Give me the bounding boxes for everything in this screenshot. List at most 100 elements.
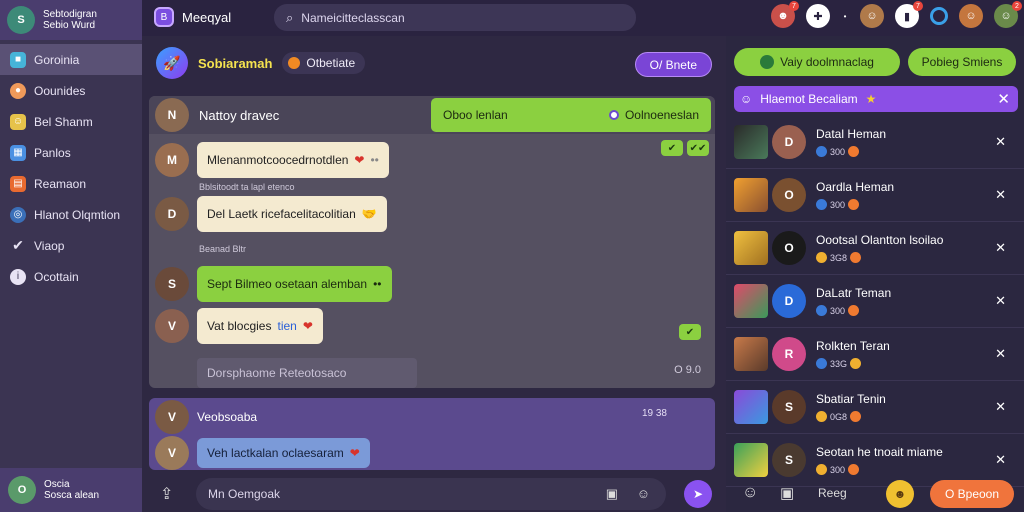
reaction-icon: •• <box>373 277 382 291</box>
message-panel: N Nattoy dravec Oboo lenlan Oolnoeneslan… <box>149 96 715 388</box>
bookmark-icon[interactable]: ▮ 7 <box>895 1 923 28</box>
sidebar-item-label: Panlos <box>34 145 71 160</box>
remove-icon[interactable]: ✕ <box>995 293 1006 309</box>
current-user[interactable]: O Oscia Sosca alean <box>0 468 142 512</box>
remove-icon[interactable]: ✕ <box>995 452 1006 468</box>
message-row: V Vat blocgies tien ❤ <box>155 308 323 344</box>
room-name: Sobiaramah <box>198 55 273 71</box>
sidebar-item-ocottain[interactable]: i Ocottain <box>0 261 142 292</box>
pinned-banner[interactable]: Oboo lenlan Oolnoeneslan <box>431 98 711 132</box>
badge-icon <box>816 252 827 263</box>
draft-message[interactable]: Dorsphaome Reteotosaco <box>197 358 417 388</box>
contact-name: Sbatiar Tenin <box>816 392 886 406</box>
app-brand[interactable]: B Meeqyal <box>154 7 231 27</box>
avatar: O <box>772 231 806 265</box>
contact-name: Seotan he tnoait miame <box>816 445 943 459</box>
status-ring-icon[interactable] <box>930 7 948 25</box>
header-action-button[interactable]: O/ Bnete <box>634 52 712 77</box>
gamepad-icon[interactable]: ✚ <box>806 4 830 28</box>
contact-meta: 300 <box>830 146 846 157</box>
sidebar-item-panlos[interactable]: ▦ Panlos <box>0 137 142 168</box>
message-bubble[interactable]: Vat blocgies tien ❤ <box>197 308 323 344</box>
message-row: S Sept Bilmeo osetaan alemban •• <box>155 266 392 302</box>
remove-icon[interactable]: ✕ <box>995 187 1006 203</box>
list-item[interactable]: D Datal Heman 300 ✕ <box>726 116 1024 169</box>
list-item[interactable]: R Rolkten Teran 33G ✕ <box>726 328 1024 381</box>
section-tab-label: Hlaemot Becaliam <box>760 92 858 106</box>
sidebar-nav: ■ Goroinia ● Oounides ☺ Bel Shanm ▦ Panl… <box>0 44 142 292</box>
search-input[interactable]: ⌕ Nameicitteclasscan <box>274 4 636 31</box>
reaction-icon <box>848 146 860 157</box>
avatar: S <box>155 267 189 301</box>
sidebar-item-hlanot-olqmtion[interactable]: ◎ Hlanot Olqmtion <box>0 199 142 230</box>
list-item[interactable]: S Sbatiar Tenin 0G8 ✕ <box>726 381 1024 434</box>
remove-icon[interactable]: ✕ <box>995 346 1006 362</box>
image-icon[interactable]: ▣ <box>606 486 618 502</box>
avatar: R <box>772 337 806 371</box>
remove-icon[interactable]: ✕ <box>995 134 1006 150</box>
double-check-icon[interactable]: ✔✔ <box>687 140 709 156</box>
attach-icon[interactable]: ⇪ <box>160 484 173 504</box>
chat-area: 🚀 Sobiaramah Otbetiate O/ Bnete N Nattoy… <box>142 36 726 512</box>
app-title: Meeqyal <box>182 9 232 25</box>
verified-icon <box>760 55 775 69</box>
message-extra: •• <box>370 153 379 167</box>
primary-action-button[interactable]: Vaiy doolmnaclag <box>734 48 900 76</box>
list-item[interactable]: D DaLatr Teman 300 ✕ <box>726 275 1024 328</box>
thumbnail <box>734 390 768 424</box>
contact-avatar-icon[interactable]: ☺ <box>860 4 884 28</box>
message-bubble[interactable]: Sept Bilmeo osetaan alemban •• <box>197 266 392 302</box>
list-item[interactable]: O Oardla Heman 300 ✕ <box>726 169 1024 222</box>
sticker-icon[interactable]: ▣ <box>780 484 794 502</box>
sidebar-item-viaop[interactable]: ✔ Viaop <box>0 230 142 261</box>
message-bubble[interactable]: Mlenanmotcoocedrnotdlen ❤ •• <box>197 142 389 178</box>
message-bubble[interactable]: Veh lactkalan oclaesaram ❤ <box>197 438 370 468</box>
sidebar-item-bel-shanm[interactable]: ☺ Bel Shanm <box>0 106 142 137</box>
badge-icon <box>816 146 827 157</box>
list-item[interactable]: O Oootsal Olantton lsoilao 3G8 ✕ <box>726 222 1024 275</box>
sidebar-item-reamaon[interactable]: ▤ Reamaon <box>0 168 142 199</box>
contact-list: D Datal Heman 300 ✕ O Oardla Heman 300 ✕… <box>726 116 1024 487</box>
avatar: D <box>772 284 806 318</box>
emoji-icon[interactable]: ☺ <box>742 484 758 502</box>
check-icon[interactable]: ✔ <box>679 324 701 340</box>
footer-action-button[interactable]: O Bpeoon <box>930 480 1014 508</box>
message-text: Veh lactkalan oclaesaram <box>207 446 344 460</box>
avatar: V <box>155 436 189 470</box>
room-status[interactable]: Otbetiate <box>282 52 366 74</box>
message-row: V Veobsoaba <box>155 400 257 434</box>
section-tab[interactable]: ☺ Hlaemot Becaliam ★ ✕ <box>734 86 1018 112</box>
star-icon: ★ <box>865 92 877 106</box>
user-icon: ● <box>10 82 26 99</box>
remove-icon[interactable]: ✕ <box>995 240 1006 256</box>
user-avatar-icon[interactable]: ☺ 2 <box>994 1 1022 28</box>
thumbnail <box>734 443 768 477</box>
secondary-action-label: Pobieg Smiens <box>921 55 1003 69</box>
thumbnail <box>734 284 768 318</box>
smile-icon[interactable]: ☻ <box>886 480 914 508</box>
sidebar: S Sebtodigran Sebio Wurd ■ Goroinia ● Oo… <box>0 0 142 512</box>
ack-buttons: ✔ ✔✔ <box>661 140 709 156</box>
globe-icon: ◎ <box>10 206 26 223</box>
close-icon[interactable]: ✕ <box>997 90 1010 108</box>
message-input[interactable]: Mn Oemgoak ▣ ☺ <box>196 478 666 510</box>
notification-avatar-icon[interactable]: ☻ 7 <box>771 1 799 28</box>
status-dot-icon <box>288 57 301 69</box>
room-avatar[interactable]: 🚀 <box>156 47 188 79</box>
message-accent: tien <box>277 319 297 333</box>
dot-icon[interactable]: • <box>841 4 849 28</box>
contact-avatar-icon[interactable]: ☺ <box>959 4 983 28</box>
footer-search-label[interactable]: Reeg <box>818 486 847 500</box>
badge-icon <box>816 358 827 369</box>
secondary-action-button[interactable]: Pobieg Smiens <box>908 48 1016 76</box>
sidebar-item-goroinia[interactable]: ■ Goroinia <box>0 44 142 75</box>
sidebar-item-oounides[interactable]: ● Oounides <box>0 75 142 106</box>
message-bubble[interactable]: Del Laetk ricefacelitacolitian 🤝 <box>197 196 387 232</box>
contact-name: Rolkten Teran <box>816 339 890 353</box>
handshake-icon: 🤝 <box>361 207 377 221</box>
emoji-icon[interactable]: ☺ <box>637 486 650 501</box>
send-button[interactable]: ➤ <box>684 480 712 508</box>
profile-header[interactable]: S Sebtodigran Sebio Wurd <box>0 0 142 40</box>
check-icon[interactable]: ✔ <box>661 140 683 156</box>
remove-icon[interactable]: ✕ <box>995 399 1006 415</box>
